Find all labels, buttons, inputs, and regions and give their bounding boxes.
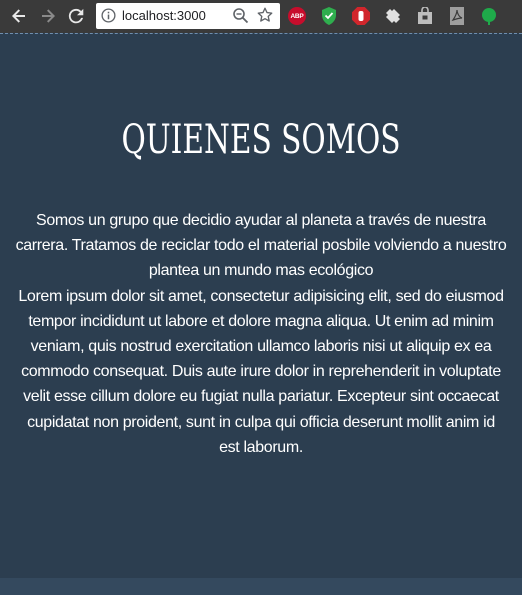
url-text[interactable]: localhost:3000 <box>122 8 206 24</box>
about-text: Somos un grupo que decidio ayudar al pla… <box>0 208 522 460</box>
bookmark-star-icon[interactable] <box>256 6 274 24</box>
info-icon[interactable] <box>101 8 116 23</box>
forward-button[interactable] <box>36 4 60 28</box>
lorem-line: velit esse cillum dolore eu fugiat nulla… <box>23 388 499 406</box>
reload-button[interactable] <box>64 4 88 28</box>
intro-line: Somos un grupo que decidio ayudar al pla… <box>36 212 486 229</box>
lorem-line: Lorem ipsum dolor sit amet, consectetur … <box>18 287 504 305</box>
back-button[interactable] <box>7 4 31 28</box>
lorem-line: veniam, quis nostrud exercitation ullamc… <box>30 338 492 356</box>
abp-icon[interactable]: ABP <box>288 7 306 25</box>
lorem-line: cupidatat non proident, sunt in culpa qu… <box>27 413 495 431</box>
section-title: QUIENES SOMOS <box>121 117 401 163</box>
about-section: QUIENES SOMOS Somos un grupo que decidio… <box>0 34 522 578</box>
evernote-icon[interactable] <box>480 7 498 25</box>
shield-icon[interactable] <box>320 7 338 25</box>
forward-arrow-icon <box>42 9 55 23</box>
puzzle-icon[interactable] <box>384 7 402 25</box>
address-bar[interactable]: localhost:3000 <box>96 3 280 29</box>
back-arrow-icon <box>12 9 25 23</box>
lorem-line: commodo consequat. Duis aute irure dolor… <box>21 363 501 381</box>
next-section-edge <box>0 578 522 595</box>
intro-line: carrera. Tratamos de reciclar todo el ma… <box>15 237 507 255</box>
bag-icon[interactable] <box>416 7 434 25</box>
stop-icon[interactable] <box>352 7 370 25</box>
browser-toolbar: localhost:3000 ABP <box>0 0 522 33</box>
intro-line: plantea un mundo mas ecológico <box>148 262 374 280</box>
pdf-icon[interactable] <box>448 7 466 25</box>
lorem-line: est laborum. <box>219 438 303 456</box>
zoom-icon[interactable] <box>232 7 250 25</box>
reload-icon <box>68 8 84 24</box>
lorem-line: tempor incididunt ut labore et dolore ma… <box>28 312 494 330</box>
